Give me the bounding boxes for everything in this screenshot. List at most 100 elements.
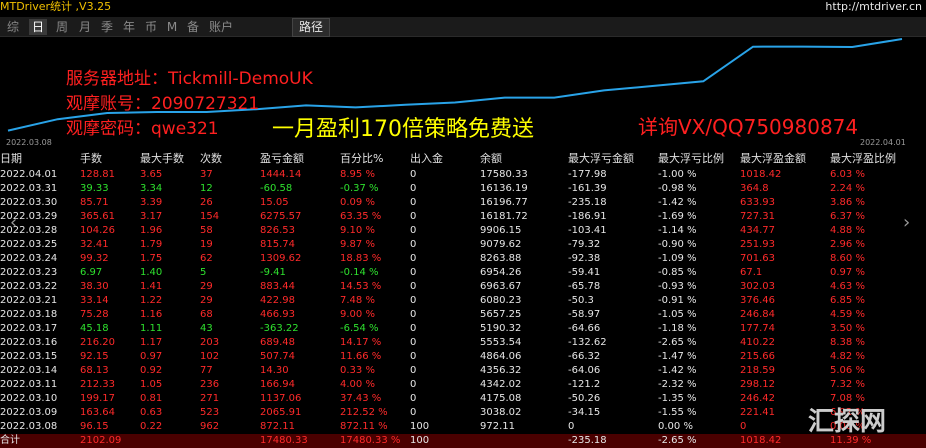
tab-quarterly[interactable]: 季 xyxy=(98,19,116,35)
column-header[interactable]: 最大浮亏比例 xyxy=(658,151,724,167)
column-header[interactable]: 最大浮盈比例 xyxy=(830,151,896,167)
table-cell: 633.93 xyxy=(740,197,775,208)
column-header[interactable]: 出入金 xyxy=(410,151,443,167)
total-cell: 17480.33 % xyxy=(340,435,401,446)
table-cell: 16136.19 xyxy=(480,183,528,194)
table-cell: 0 xyxy=(410,183,417,194)
table-cell: 6.85 % xyxy=(830,295,865,306)
table-row[interactable]: 2022.03.08 96.15 0.22 962 872.11 872.11 % 100 9… xyxy=(0,420,926,434)
column-header[interactable]: 最大手数 xyxy=(140,151,184,167)
table-row[interactable]: 2022.03.18 75.28 1.16 68 466.93 9.00 % 0 5657.2… xyxy=(0,308,926,322)
site-url-link[interactable]: http://mtdriver.cn xyxy=(825,0,922,14)
chart-end-date: 2022.04.01 xyxy=(860,138,906,147)
table-cell: 17580.33 xyxy=(480,169,528,180)
column-header[interactable]: 最大浮盈金额 xyxy=(740,151,806,167)
table-cell: -363.22 xyxy=(260,323,299,334)
table-cell: 68 xyxy=(200,309,213,320)
table-cell: 6275.57 xyxy=(260,211,302,222)
table-cell: 0.00 % xyxy=(658,421,693,432)
table-cell: 68.13 xyxy=(80,365,109,376)
column-header[interactable]: 最大浮亏金额 xyxy=(568,151,634,167)
table-row[interactable]: 2022.03.10 199.17 0.81 271 1137.06 37.43 % 0 41… xyxy=(0,392,926,406)
table-cell: -1.09 % xyxy=(658,253,697,264)
table-cell: 2022.03.21 xyxy=(0,295,58,306)
table-cell: 2022.03.16 xyxy=(0,337,58,348)
table-cell: 4.63 % xyxy=(830,281,865,292)
table-cell: 1.22 xyxy=(140,295,163,306)
table-cell: -1.55 % xyxy=(658,407,697,418)
table-cell: 99.32 xyxy=(80,253,109,264)
tab-magic[interactable]: M xyxy=(163,19,181,35)
table-cell: 218.59 xyxy=(740,365,775,376)
tab-currency[interactable]: 币 xyxy=(142,19,160,35)
path-button[interactable]: 路径 xyxy=(292,18,330,37)
tab-monthly[interactable]: 月 xyxy=(76,19,94,35)
table-cell: 422.98 xyxy=(260,295,295,306)
table-cell: -177.98 xyxy=(568,169,607,180)
table-cell: -79.32 xyxy=(568,239,601,250)
table-cell: 39.33 xyxy=(80,183,109,194)
table-cell: 8263.88 xyxy=(480,253,522,264)
table-row[interactable]: 2022.03.25 32.41 1.79 19 815.74 9.87 % 0 9079.6… xyxy=(0,238,926,252)
table-cell: 972.11 xyxy=(480,421,515,432)
column-header[interactable]: 余额 xyxy=(480,151,502,167)
table-cell: 75.28 xyxy=(80,309,109,320)
tab-daily[interactable]: 日 xyxy=(29,19,47,35)
table-row[interactable]: 2022.03.24 99.32 1.75 62 1309.62 18.83 % 0 8263… xyxy=(0,252,926,266)
table-row[interactable]: 2022.04.01 128.81 3.65 37 1444.14 8.95 % 0 1758… xyxy=(0,168,926,182)
tab-yearly[interactable]: 年 xyxy=(120,19,138,35)
table-cell: 96.15 xyxy=(80,421,109,432)
table-row[interactable]: 2022.03.29 365.61 3.17 154 6275.57 63.35 % 0 16… xyxy=(0,210,926,224)
table-row[interactable]: 2022.03.09 163.64 0.63 523 2065.91 212.52 % 0 3… xyxy=(0,406,926,420)
table-row[interactable]: 2022.03.22 38.30 1.41 29 883.44 14.53 % 0 6963.… xyxy=(0,280,926,294)
column-header[interactable]: 次数 xyxy=(200,151,222,167)
table-cell: 9.87 % xyxy=(340,239,375,250)
table-cell: -1.42 % xyxy=(658,365,697,376)
table-cell: 727.31 xyxy=(740,211,775,222)
table-cell: 2022.03.15 xyxy=(0,351,58,362)
tab-account[interactable]: 账户 xyxy=(206,19,236,35)
table-row[interactable]: 2022.03.21 33.14 1.22 29 422.98 7.48 % 0 6080.2… xyxy=(0,294,926,308)
tab-notes[interactable]: 备 xyxy=(184,19,202,35)
table-cell: 4.00 % xyxy=(340,379,375,390)
table-cell: -1.00 % xyxy=(658,169,697,180)
total-cell: 1018.42 xyxy=(740,435,782,446)
chevron-right-icon[interactable]: › xyxy=(903,212,910,233)
table-cell: 872.11 % xyxy=(340,421,388,432)
table-cell: 77 xyxy=(200,365,213,376)
total-cell: -235.18 xyxy=(568,435,607,446)
column-header[interactable]: 日期 xyxy=(0,151,22,167)
app-title: MTDriver统计 ,V3.25 xyxy=(0,0,112,13)
tab-summary[interactable]: 综 xyxy=(4,19,22,35)
total-cell: 2102.09 xyxy=(80,435,122,446)
table-cell: -0.90 % xyxy=(658,239,697,250)
tab-weekly[interactable]: 周 xyxy=(53,19,71,35)
table-row[interactable]: 2022.03.28 104.26 1.96 58 826.53 9.10 % 0 9906.… xyxy=(0,224,926,238)
table-cell: 962 xyxy=(200,421,220,432)
table-row[interactable]: 2022.03.11 212.33 1.05 236 166.94 4.00 % 0 4342… xyxy=(0,378,926,392)
table-row[interactable]: 2022.03.14 68.13 0.92 77 14.30 0.33 % 0 4356.32… xyxy=(0,364,926,378)
table-cell: 1.75 xyxy=(140,253,163,264)
table-row[interactable]: 2022.03.17 45.18 1.11 43 -363.22 -6.54 % 0 5190… xyxy=(0,322,926,336)
table-row[interactable]: 2022.03.15 92.15 0.97 102 507.74 11.66 % 0 4864… xyxy=(0,350,926,364)
table-cell: -66.32 xyxy=(568,351,601,362)
table-cell: 14.53 % xyxy=(340,281,382,292)
table-cell: 0.97 % xyxy=(830,267,865,278)
table-cell: -1.05 % xyxy=(658,309,697,320)
table-cell: 0 xyxy=(410,211,417,222)
chevron-left-icon[interactable]: ‹ xyxy=(10,212,17,233)
table-row[interactable]: 2022.03.23 6.97 1.40 5 -9.41 -0.14 % 0 6954.26 -… xyxy=(0,266,926,280)
table-cell: -2.65 % xyxy=(658,337,697,348)
column-header[interactable]: 手数 xyxy=(80,151,102,167)
table-cell: 0 xyxy=(410,295,417,306)
table-cell: 246.42 xyxy=(740,393,775,404)
table-cell: 163.64 xyxy=(80,407,115,418)
table-row[interactable]: 2022.03.30 85.71 3.39 26 15.05 0.09 % 0 16196.7… xyxy=(0,196,926,210)
column-header[interactable]: 盈亏金额 xyxy=(260,151,304,167)
table-row[interactable]: 2022.03.31 39.33 3.34 12 -60.58 -0.37 % 0 16136… xyxy=(0,182,926,196)
table-cell: 1.16 xyxy=(140,309,163,320)
period-tab-bar: 综 日 周 月 季 年 币 M 备 账户 路径 xyxy=(0,17,926,37)
overlay-server-text: 服务器地址：Tickmill-DemoUK xyxy=(66,69,313,89)
table-row[interactable]: 2022.03.16 216.20 1.17 203 689.48 14.17 % 0 555… xyxy=(0,336,926,350)
column-header[interactable]: 百分比% xyxy=(340,151,383,167)
